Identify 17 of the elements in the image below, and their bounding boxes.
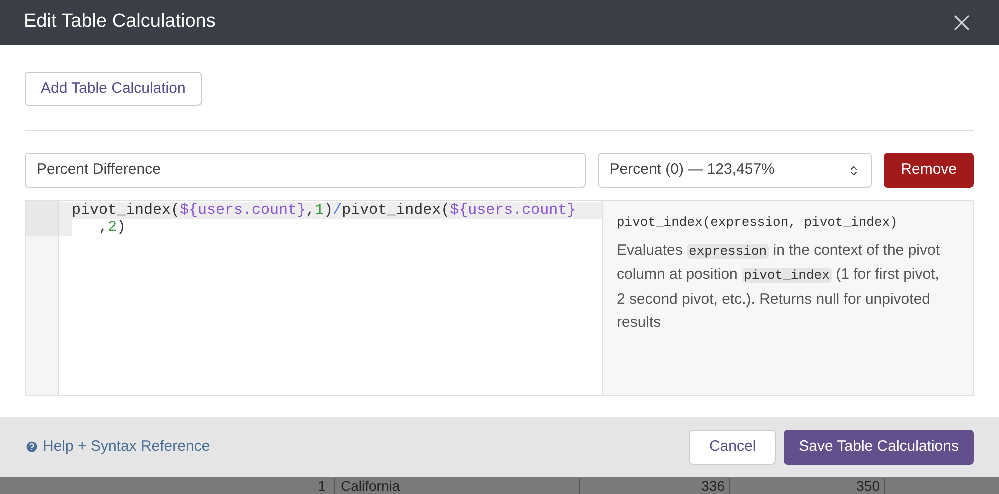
save-button[interactable]: Save Table Calculations — [784, 430, 974, 464]
row-number: 1 — [0, 478, 335, 494]
name-field[interactable]: Percent Difference — [25, 153, 586, 188]
table-cell: 350 — [730, 478, 885, 494]
cancel-button[interactable]: Cancel — [689, 430, 776, 464]
table-cell: California — [335, 478, 580, 494]
function-description: Evaluates expression in the context of the pivot column at position pivot_index (1 for first pivot, 2 second pivot, etc.). Returns null for unpivoted results — [617, 240, 942, 333]
help-link[interactable]: Help + Syntax Reference — [25, 436, 210, 458]
function-signature: pivot_index(expression, pivot_index) — [617, 214, 899, 232]
table-cell: 336 — [580, 478, 730, 494]
code-editor[interactable]: pivot_index(${users.count},1)/pivot_index(${users.count} ,2) — [26, 201, 602, 395]
code-line: pivot_index(${users.count},1)/pivot_index(${users.count} — [72, 202, 578, 219]
dialog-title: Edit Table Calculations — [24, 10, 216, 34]
help-icon — [25, 440, 39, 454]
remove-button[interactable]: Remove — [884, 153, 974, 188]
add-calculation-button[interactable]: Add Table Calculation — [25, 72, 202, 106]
format-select[interactable]: Percent (0) — 123,457% — [598, 153, 872, 188]
